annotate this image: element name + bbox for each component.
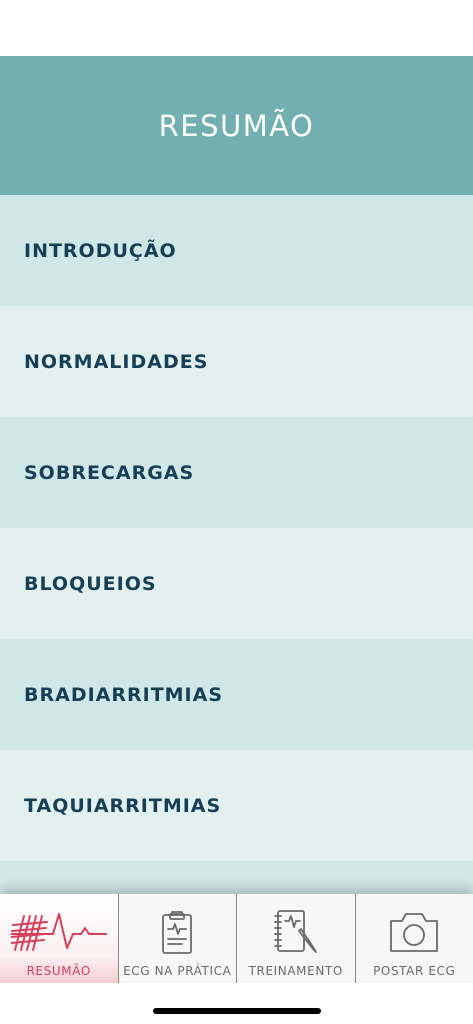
menu-item-label: BRADIARRITMIAS (24, 683, 224, 706)
tab-label: ECG NA PRÁTICA (123, 964, 232, 978)
status-bar (0, 0, 473, 56)
menu-item-label: NORMALIDADES (24, 350, 209, 373)
menu-list: INTRODUÇÃO NORMALIDADES SOBRECARGAS BLOQ… (0, 195, 473, 894)
menu-item-label: SOBRECARGAS (24, 461, 195, 484)
menu-item-label: TAQUIARRITMIAS (24, 794, 222, 817)
camera-icon (387, 906, 441, 958)
header: RESUMÃO (0, 56, 473, 195)
home-area (0, 983, 473, 1024)
page-title: RESUMÃO (158, 108, 315, 143)
menu-item-normalidades[interactable]: NORMALIDADES (0, 306, 473, 417)
menu-item-bradiarritmias[interactable]: BRADIARRITMIAS (0, 639, 473, 750)
tab-label: RESUMÃO (26, 964, 91, 978)
menu-item-label: BLOQUEIOS (24, 572, 157, 595)
notebook-pencil-icon (273, 906, 319, 958)
menu-item-introducao[interactable]: INTRODUÇÃO (0, 195, 473, 306)
home-indicator[interactable] (153, 1008, 321, 1014)
menu-item-taquiarritmias[interactable]: TAQUIARRITMIAS (0, 750, 473, 861)
menu-item-bloqueios[interactable]: BLOQUEIOS (0, 528, 473, 639)
tab-ecg-na-pratica[interactable]: ECG NA PRÁTICA (117, 894, 237, 983)
tab-bar: RESUMÃO ECG NA PRÁTICA TREINAMENTO POSTA… (0, 894, 473, 983)
tab-resumao[interactable]: RESUMÃO (0, 894, 118, 983)
tab-label: POSTAR ECG (373, 964, 456, 978)
tab-treinamento[interactable]: TREINAMENTO (236, 894, 355, 983)
menu-item-sobrecargas[interactable]: SOBRECARGAS (0, 417, 473, 528)
ecg-heartbeat-icon (10, 906, 107, 958)
tab-postar-ecg[interactable]: POSTAR ECG (354, 894, 473, 983)
tab-label: TREINAMENTO (248, 964, 343, 978)
clipboard-ecg-icon (160, 906, 194, 958)
menu-item-partial[interactable] (0, 861, 473, 894)
menu-item-label: INTRODUÇÃO (24, 239, 177, 262)
